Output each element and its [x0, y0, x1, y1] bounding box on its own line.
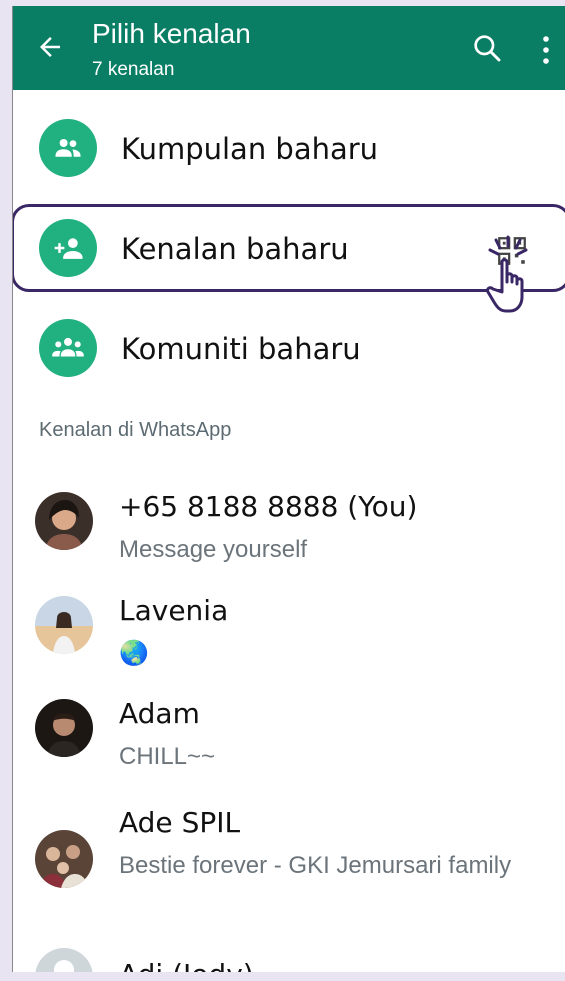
back-button[interactable]	[35, 32, 65, 62]
contact-status: 🌏	[119, 640, 149, 667]
new-group-label: Kumpulan baharu	[121, 132, 379, 166]
more-options-button[interactable]	[536, 34, 556, 66]
new-community-label: Komuniti baharu	[121, 332, 361, 366]
contact-status: Bestie forever - GKI Jemursari family	[119, 852, 512, 879]
page-title: Pilih kenalan	[92, 18, 251, 49]
new-group-row[interactable]: Kumpulan baharu	[13, 104, 565, 192]
arrow-left-icon	[40, 37, 60, 57]
community-icon	[39, 319, 97, 377]
contact-name: +65 8188 8888 (You)	[119, 490, 418, 523]
contact-row-adam[interactable]: Adam CHILL~~	[13, 689, 565, 779]
section-header: Kenalan di WhatsApp	[39, 419, 232, 441]
avatar	[35, 492, 93, 550]
group-icon	[39, 119, 97, 177]
avatar	[35, 830, 93, 888]
contact-row-self[interactable]: +65 8188 8888 (You) Message yourself	[13, 482, 565, 572]
contact-name: Ade SPIL	[119, 806, 241, 839]
avatar	[35, 596, 93, 654]
contact-name: Lavenia	[119, 594, 229, 627]
new-community-row[interactable]: Komuniti baharu	[13, 304, 565, 392]
contact-row-ade-spil[interactable]: Ade SPIL Bestie forever - GKI Jemursari …	[13, 798, 565, 928]
contact-name: Adam	[119, 697, 200, 730]
contact-row-adi[interactable]: Adi (Jody)	[13, 940, 565, 972]
contact-name: Adi (Jody)	[119, 958, 254, 972]
contact-row-lavenia[interactable]: Lavenia 🌏	[13, 586, 565, 676]
avatar	[35, 699, 93, 757]
contact-count: 7 kenalan	[92, 59, 175, 80]
contact-status: Message yourself	[119, 536, 308, 563]
contact-status: CHILL~~	[119, 743, 216, 770]
phone-screen: Pilih kenalan 7 kenalan Kumpulan baharu …	[12, 6, 565, 972]
default-avatar-icon	[35, 948, 93, 972]
app-bar: Pilih kenalan 7 kenalan	[13, 6, 565, 90]
search-icon	[474, 35, 501, 62]
more-vert-icon	[543, 36, 549, 64]
search-button[interactable]	[471, 32, 503, 64]
